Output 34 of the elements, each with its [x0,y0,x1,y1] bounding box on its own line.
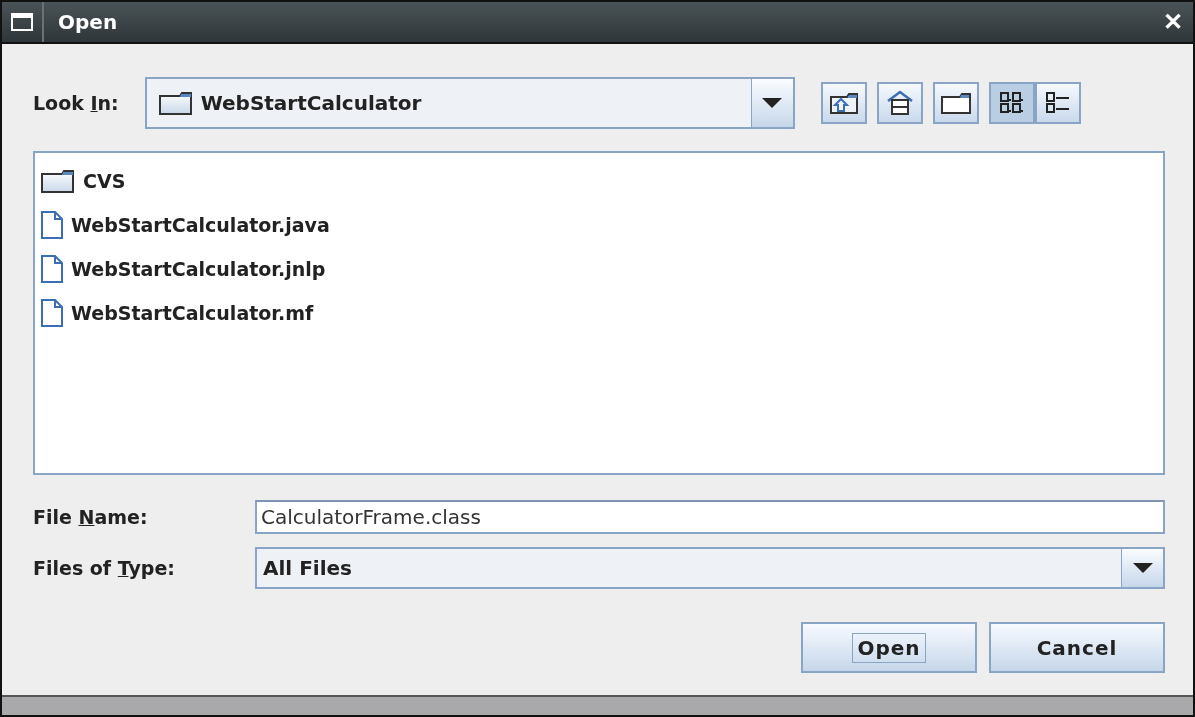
file-item[interactable]: WebStartCalculator.jnlp [71,258,326,280]
file-type-dropdown[interactable]: All Files [255,547,1165,589]
open-button[interactable]: Open [801,622,977,673]
file-type-label: Files of Type: [33,557,176,579]
details-view-icon [1044,91,1071,115]
toolbar-button[interactable] [1034,82,1081,124]
dropdown-button[interactable] [750,79,793,127]
file-item[interactable]: WebStartCalculator.java [71,214,330,236]
toolbar-button[interactable] [988,82,1035,124]
file-icon [41,299,63,327]
toolbar-button[interactable] [932,82,979,124]
toolbar-button[interactable] [876,82,923,124]
file-item[interactable]: CVS [83,170,126,192]
close-button[interactable]: ✕ [1153,8,1193,36]
window-title: Open [58,10,119,34]
toolbar-button[interactable] [820,82,867,124]
file-icon [41,255,63,283]
folder-icon [41,169,75,193]
list-view-icon [998,91,1025,115]
cancel-button[interactable]: Cancel [989,622,1165,673]
window-menu-icon[interactable] [11,13,33,31]
look-in-label: Look In: [33,92,119,114]
home-icon [885,90,914,116]
file-name-label: File Name: [33,506,149,528]
caret-icon [1132,563,1153,573]
dropdown-button[interactable] [1121,549,1163,587]
look-in-dropdown[interactable]: WebStartCalculator [144,77,795,129]
folder-icon [158,91,193,115]
folder-up-icon [829,92,858,114]
file-icon [41,211,63,239]
file-name-field[interactable]: CalculatorFrame.class [255,500,1165,534]
folder-icon [940,92,971,114]
caret-icon [762,98,783,108]
file-item[interactable]: WebStartCalculator.mf [71,302,314,324]
